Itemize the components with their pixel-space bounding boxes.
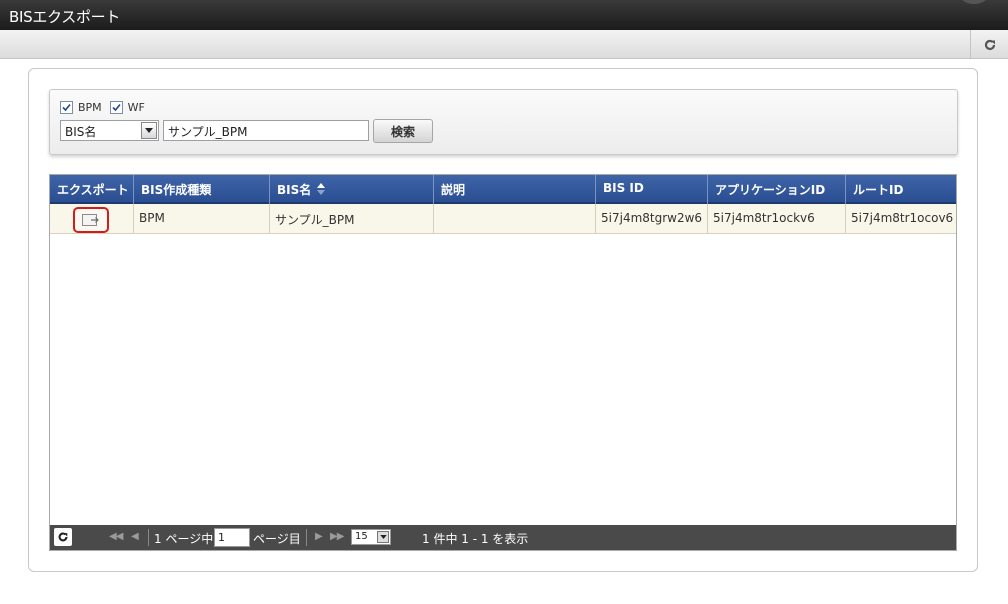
type-cell: BPM [134, 204, 270, 233]
dropdown-arrow-icon [377, 531, 389, 543]
app-id-cell: 5i7j4m8tr1ockv6 [708, 204, 846, 233]
pager-separator [148, 529, 149, 546]
refresh-icon [58, 532, 68, 542]
bis-table: エクスポート BIS作成種類 BIS名 説明 BIS ID アプリケーションID… [49, 174, 957, 551]
search-field-value: BIS名 [65, 125, 97, 139]
table-header: エクスポート BIS作成種類 BIS名 説明 BIS ID アプリケーションID… [50, 175, 956, 204]
bpm-checkbox[interactable] [60, 101, 73, 114]
window-corner-decoration [960, 0, 988, 4]
search-button[interactable]: 検索 [373, 119, 433, 143]
description-cell [434, 204, 596, 233]
column-header-type[interactable]: BIS作成種類 [134, 175, 270, 204]
table-row[interactable]: BPM サンプル_BPM 5i7j4m8tgrw2w6 5i7j4m8tr1oc… [50, 204, 956, 234]
pager-refresh-button[interactable] [54, 528, 72, 546]
bpm-checkbox-label: BPM [78, 101, 102, 114]
column-header-description[interactable]: 説明 [434, 175, 596, 204]
name-cell: サンプル_BPM [270, 204, 434, 233]
checkmark-icon [62, 103, 71, 112]
reload-icon [984, 39, 995, 50]
root-id-cell: 5i7j4m8tr1ocov6 [851, 211, 954, 225]
last-page-icon[interactable]: ▶▶ [330, 531, 344, 542]
column-header-name[interactable]: BIS名 [270, 175, 434, 204]
reload-button[interactable] [970, 30, 1008, 59]
bis-id-cell: 5i7j4m8tgrw2w6 [596, 204, 708, 233]
checkmark-icon [112, 103, 121, 112]
toolbar [0, 30, 1008, 59]
per-page-value: 15 [355, 531, 368, 542]
dropdown-arrow-icon [141, 122, 157, 139]
pager-separator [306, 529, 307, 546]
per-page-select[interactable]: 15 [351, 529, 391, 545]
first-page-icon[interactable]: ◀◀ [109, 531, 123, 542]
record-summary: 1 件中 1 - 1 を表示 [422, 532, 529, 546]
page-number-input[interactable]: 1 [214, 528, 250, 547]
title-bar: BISエクスポート [0, 0, 1008, 30]
search-field-select[interactable]: BIS名 [60, 120, 159, 141]
page-prefix: 1 ページ中 [154, 532, 214, 546]
prev-page-icon[interactable]: ◀ [131, 531, 139, 542]
next-page-icon[interactable]: ▶ [315, 531, 323, 542]
export-icon [82, 214, 99, 226]
export-button[interactable] [73, 207, 109, 233]
column-header-name-label: BIS名 [277, 183, 312, 197]
wf-checkbox[interactable] [109, 101, 123, 114]
column-header-bis-id[interactable]: BIS ID [596, 175, 708, 204]
column-header-app-id[interactable]: アプリケーションID [708, 175, 846, 204]
wf-checkbox-label: WF [127, 101, 145, 114]
target-filter: BPM WF [60, 101, 153, 114]
window-title: BISエクスポート [9, 8, 121, 26]
keyword-input[interactable]: サンプル_BPM [163, 120, 369, 141]
pager: ◀◀ ◀ 1 ページ中 1 ページ目 ▶ ▶▶ 15 1 件中 1 - 1 を表… [50, 525, 956, 550]
page-suffix: ページ目 [253, 532, 301, 546]
sort-icon [317, 183, 326, 195]
search-panel: BPM WF BIS名 サンプル_BPM 検索 [49, 89, 958, 155]
column-header-root-id[interactable]: ルートID [846, 175, 956, 204]
column-header-export: エクスポート [50, 175, 134, 204]
export-cell [50, 204, 134, 233]
